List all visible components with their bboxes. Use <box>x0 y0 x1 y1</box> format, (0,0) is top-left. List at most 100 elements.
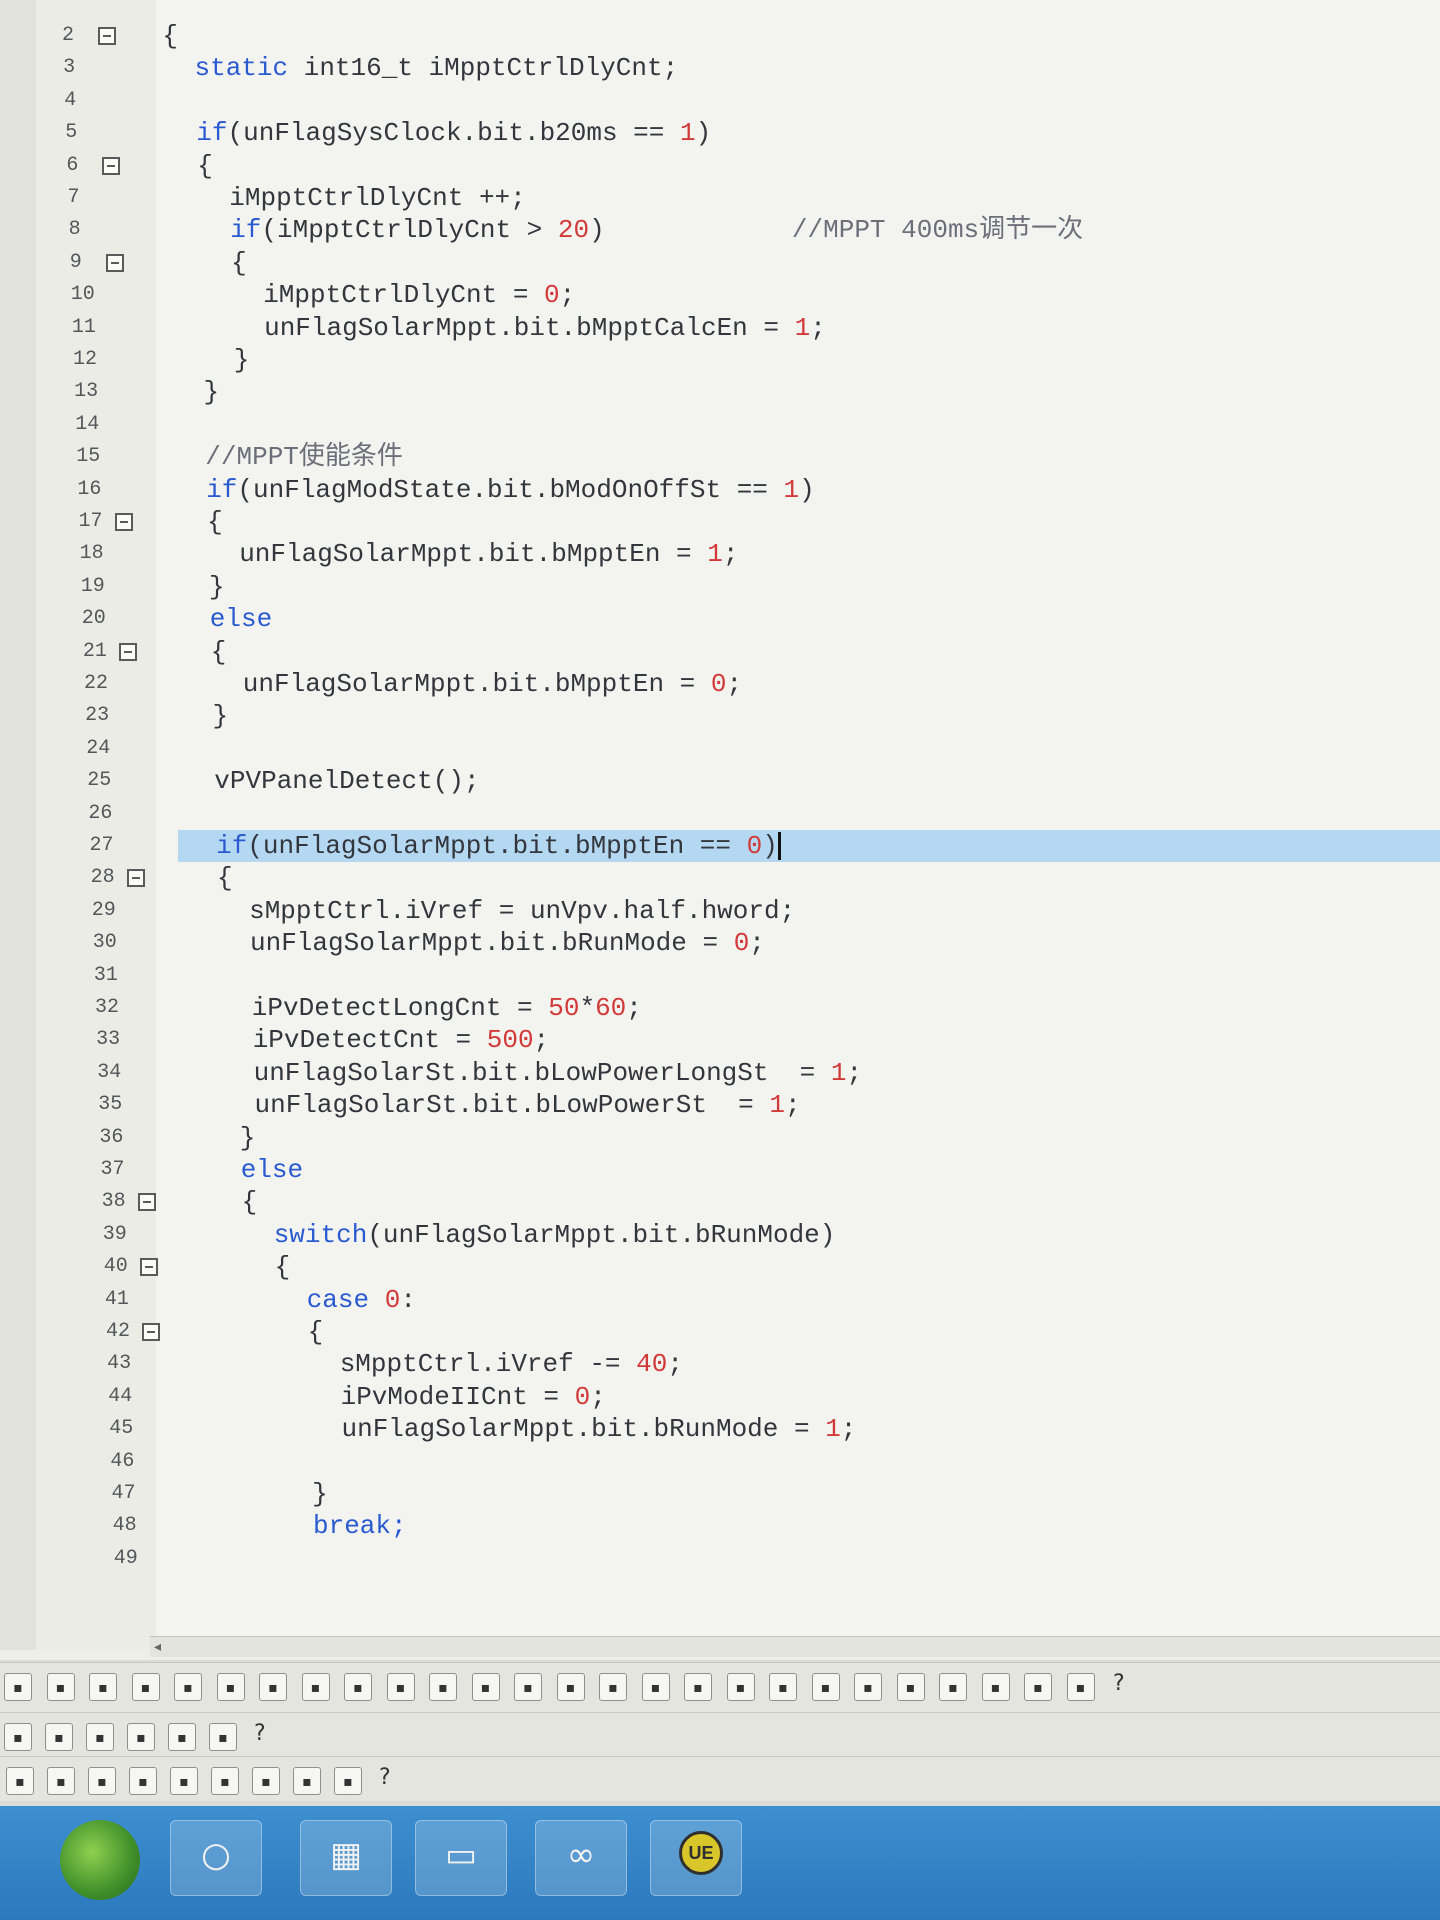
code-text[interactable]: case 0: <box>307 1284 416 1316</box>
code-text[interactable]: vPVPanelDetect(); <box>214 765 479 797</box>
code-line[interactable]: 6{ <box>0 150 1440 182</box>
code-text[interactable]: else <box>241 1154 303 1186</box>
code-text[interactable]: if(unFlagSysClock.bit.b20ms == 1) <box>196 117 711 149</box>
numbering-icon[interactable]: ▪ <box>127 1723 155 1751</box>
code-line[interactable]: 30 unFlagSolarMppt.bit.bRunMode = 0; <box>0 927 1440 959</box>
code-line[interactable]: 22 unFlagSolarMppt.bit.bMpptEn = 0; <box>0 668 1440 700</box>
taskbar-app-media[interactable]: ▦ <box>300 1820 392 1896</box>
code-line[interactable]: 15 //MPPT使能条件 <box>0 441 1440 473</box>
underline-icon[interactable]: ▪ <box>89 1673 117 1701</box>
highlight-icon[interactable]: ▪ <box>301 1673 330 1701</box>
code-text[interactable]: else <box>210 603 272 635</box>
code-line[interactable]: 41 case 0: <box>0 1284 1440 1316</box>
code-line[interactable]: 46 <box>0 1446 1440 1478</box>
code-line[interactable]: 20 else <box>0 603 1440 635</box>
code-text[interactable]: { <box>242 1186 258 1218</box>
list-view-icon[interactable]: ▪ <box>88 1767 116 1795</box>
code-line[interactable]: 25 vPVPanelDetect(); <box>0 765 1440 797</box>
code-line[interactable]: 17 { <box>0 506 1440 538</box>
code-text[interactable]: } <box>312 1478 328 1510</box>
text-color-icon[interactable]: ▪ <box>259 1673 287 1701</box>
code-line[interactable]: 42 { <box>0 1316 1440 1348</box>
code-text[interactable]: unFlagSolarMppt.bit.bRunMode = 0; <box>250 927 765 959</box>
horizontal-scrollbar[interactable]: ◂ <box>150 1636 1440 1657</box>
fold-toggle-icon[interactable] <box>114 513 133 531</box>
word-icon[interactable]: ▪ <box>47 1767 75 1795</box>
code-line[interactable]: 47} <box>0 1478 1440 1510</box>
code-line[interactable]: 5 if(unFlagSysClock.bit.b20ms == 1) <box>0 117 1440 149</box>
numbered-list-icon[interactable]: ▪ <box>216 1673 245 1701</box>
code-text[interactable]: unFlagSolarSt.bit.bLowPowerLongSt = 1; <box>254 1057 863 1089</box>
help-icon[interactable]: ? <box>254 1721 266 1746</box>
code-text[interactable]: unFlagSolarMppt.bit.bMpptEn = 1; <box>239 538 738 570</box>
code-line[interactable]: 2{ <box>0 20 1440 52</box>
code-line[interactable]: 49 <box>0 1543 1440 1575</box>
code-text[interactable]: } <box>204 376 220 408</box>
fold-toggle-icon[interactable] <box>137 1193 156 1212</box>
code-line[interactable]: 48 break; <box>0 1510 1440 1542</box>
table-icon[interactable]: ▪ <box>1066 1673 1095 1701</box>
code-text[interactable]: unFlagSolarMppt.bit.bRunMode = 1; <box>342 1413 857 1445</box>
code-line[interactable]: 10 iMpptCtrlDlyCnt = 0; <box>0 279 1440 311</box>
code-line[interactable]: 13} <box>0 376 1440 408</box>
code-text[interactable]: { <box>162 20 178 52</box>
code-line[interactable]: 32 iPvDetectLongCnt = 50*60; <box>0 992 1440 1024</box>
code-text[interactable]: unFlagSolarMppt.bit.bMpptCalcEn = 1; <box>264 312 826 344</box>
code-text[interactable]: sMpptCtrl.iVref -= 40; <box>340 1348 683 1380</box>
fold-toggle-icon[interactable] <box>102 156 121 175</box>
code-text[interactable]: if(unFlagModState.bit.bModOnOffSt == 1) <box>206 474 815 506</box>
align-justify-icon[interactable]: ▪ <box>471 1673 500 1701</box>
link-icon[interactable]: ▪ <box>293 1767 321 1795</box>
rule-icon[interactable]: ▪ <box>556 1673 585 1701</box>
code-line[interactable]: 40 { <box>0 1251 1440 1283</box>
note-icon[interactable]: ▪ <box>170 1767 198 1795</box>
code-line[interactable]: 16 if(unFlagModState.bit.bModOnOffSt == 1… <box>0 474 1440 506</box>
taskbar-app-network[interactable]: ∞ <box>535 1820 627 1896</box>
yahoo-icon[interactable]: ▪ <box>6 1767 34 1795</box>
code-text[interactable]: } <box>209 571 225 603</box>
help-icon[interactable]: ? <box>379 1765 391 1790</box>
code-line[interactable]: 7 iMpptCtrlDlyCnt ++; <box>0 182 1440 214</box>
code-line[interactable]: 43 sMpptCtrl.iVref -= 40; <box>0 1348 1440 1380</box>
insert-box-icon[interactable]: ▪ <box>514 1673 542 1701</box>
fold-toggle-icon[interactable] <box>98 27 116 45</box>
plugin-icon[interactable]: ▪ <box>209 1723 237 1751</box>
code-text[interactable]: } <box>234 344 250 376</box>
fold-toggle-icon[interactable] <box>105 253 124 272</box>
code-line[interactable]: 44 iPvModeIICnt = 0; <box>0 1381 1440 1413</box>
code-text[interactable]: //MPPT使能条件 <box>205 441 403 473</box>
code-line[interactable]: 21 { <box>0 636 1440 668</box>
code-line[interactable]: 34 unFlagSolarSt.bit.bLowPowerLongSt = 1; <box>0 1057 1440 1089</box>
code-text[interactable]: { <box>217 862 233 894</box>
special-chars-icon[interactable]: ▪ <box>1024 1673 1052 1701</box>
anchor-icon[interactable]: ▪ <box>939 1673 967 1701</box>
align-right-icon[interactable]: ▪ <box>429 1673 457 1701</box>
fold-toggle-icon[interactable] <box>126 869 145 888</box>
settings-icon[interactable]: ▪ <box>45 1723 73 1751</box>
code-line[interactable]: 39 switch(unFlagSolarMppt.bit.bRunMode) <box>0 1219 1440 1251</box>
select-icon[interactable]: ▪ <box>854 1673 882 1701</box>
code-line[interactable]: 9{ <box>0 247 1440 279</box>
code-line[interactable]: 24 <box>0 733 1440 765</box>
notepad-icon[interactable]: ▪ <box>211 1767 239 1795</box>
text-area-icon[interactable]: ▪ <box>641 1673 670 1701</box>
fold-toggle-icon[interactable] <box>118 642 137 661</box>
code-line[interactable]: 14 <box>0 409 1440 441</box>
bullet-list-icon[interactable]: ▪ <box>174 1673 202 1701</box>
bold-icon[interactable]: ▪ <box>4 1673 32 1701</box>
tool-icon[interactable]: ▪ <box>334 1767 362 1795</box>
code-line[interactable]: 45 unFlagSolarMppt.bit.bRunMode = 1; <box>0 1413 1440 1445</box>
start-button[interactable] <box>60 1820 140 1900</box>
code-text[interactable]: } <box>240 1122 256 1154</box>
fold-toggle-icon[interactable] <box>142 1323 160 1341</box>
taskbar-app-search[interactable]: ○ <box>170 1820 262 1896</box>
code-text[interactable]: } <box>213 700 229 732</box>
align-left-icon[interactable]: ▪ <box>344 1673 372 1701</box>
frame-icon[interactable]: ▪ <box>86 1723 114 1751</box>
code-text[interactable]: iPvDetectCnt = 500; <box>253 1024 549 1056</box>
lightbulb-icon[interactable]: ▪ <box>129 1767 157 1795</box>
code-line[interactable]: 29 sMpptCtrl.iVref = unVpv.half.hword; <box>0 895 1440 927</box>
align-center-icon[interactable]: ▪ <box>386 1673 415 1701</box>
italic-icon[interactable]: ▪ <box>46 1673 75 1701</box>
text-field-icon[interactable]: ▪ <box>599 1673 627 1701</box>
